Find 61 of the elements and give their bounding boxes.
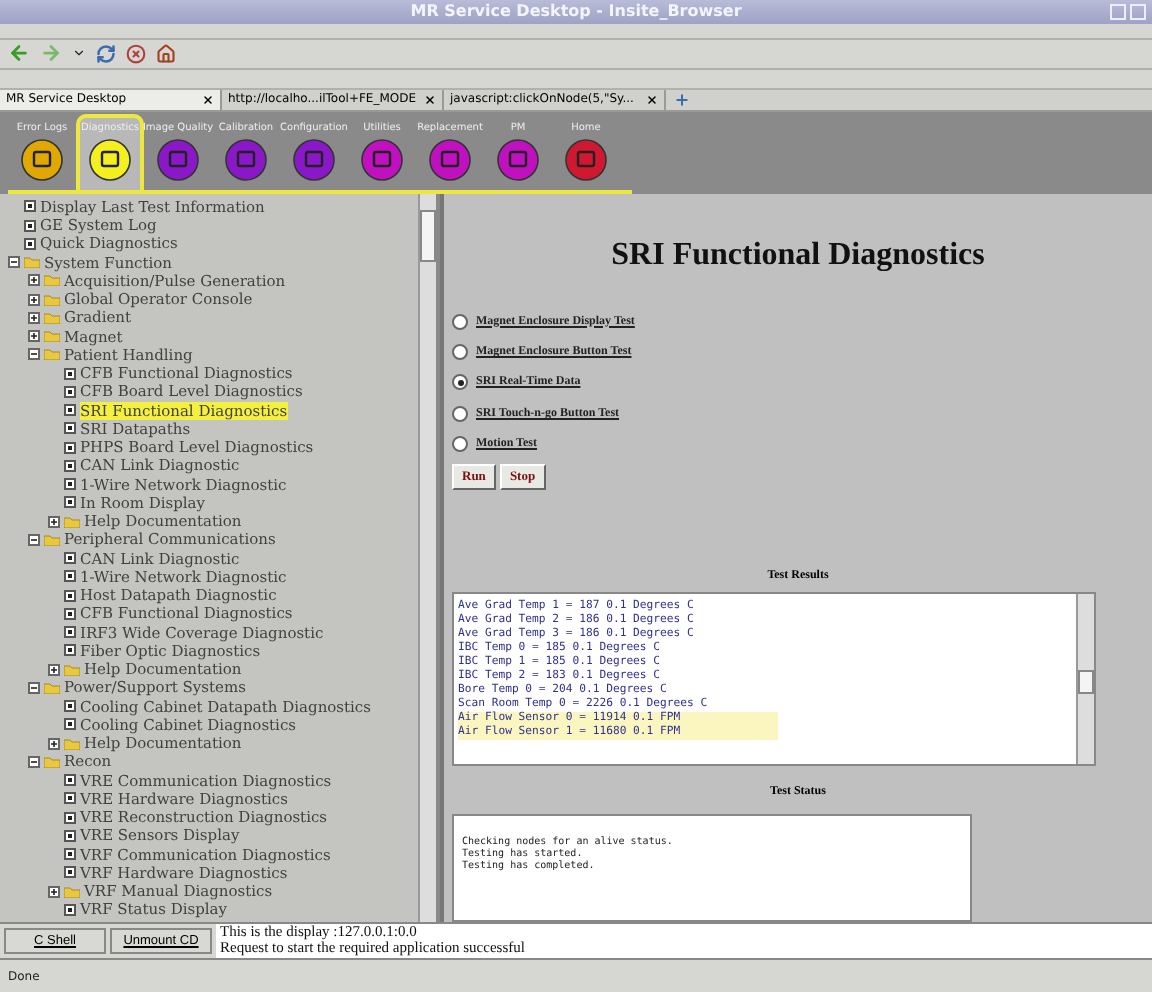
document-icon xyxy=(64,829,76,842)
document-icon xyxy=(64,903,76,916)
close-icon[interactable] xyxy=(646,93,658,106)
document-icon xyxy=(24,219,36,232)
ball-icon xyxy=(496,137,540,182)
folder-icon xyxy=(64,885,80,898)
ball-icon xyxy=(224,137,268,182)
ball-icon xyxy=(292,137,336,182)
scrollbar[interactable] xyxy=(418,193,436,922)
document-icon xyxy=(64,866,76,879)
document-icon xyxy=(64,496,76,509)
document-icon xyxy=(64,774,76,787)
document-icon xyxy=(64,478,76,491)
document-icon xyxy=(64,811,76,824)
minus-icon[interactable] xyxy=(8,256,20,269)
ball-icon xyxy=(88,137,132,182)
reload-icon[interactable] xyxy=(96,43,116,64)
plus-icon[interactable] xyxy=(28,311,40,324)
stop-icon[interactable] xyxy=(126,43,146,64)
document-icon xyxy=(64,367,76,380)
home-icon[interactable] xyxy=(156,43,176,64)
new-tab-icon[interactable] xyxy=(674,91,690,108)
document-icon xyxy=(24,200,36,213)
document-icon xyxy=(64,441,76,454)
ball-icon xyxy=(564,137,608,182)
plus-icon[interactable] xyxy=(28,293,40,306)
document-icon xyxy=(64,404,76,417)
window-title: MR Service Desktop - Insite_Browser xyxy=(410,2,742,21)
document-icon xyxy=(64,385,76,398)
plus-icon[interactable] xyxy=(48,885,60,898)
document-icon xyxy=(24,237,36,250)
minus-icon[interactable] xyxy=(28,681,40,694)
document-icon xyxy=(64,700,76,713)
page-title: SRI Functional Diagnostics xyxy=(609,237,987,274)
document-icon xyxy=(64,607,76,620)
document-icon xyxy=(64,589,76,602)
document-icon xyxy=(64,570,76,583)
document-icon xyxy=(64,422,76,435)
document-icon xyxy=(64,644,76,657)
ball-icon xyxy=(428,137,472,182)
minus-icon[interactable] xyxy=(28,348,40,361)
document-icon xyxy=(64,552,76,565)
caret-icon[interactable] xyxy=(72,46,86,61)
minus-icon[interactable] xyxy=(28,755,40,768)
plus-icon[interactable] xyxy=(28,274,40,287)
plus-icon[interactable] xyxy=(28,330,40,343)
plus-icon[interactable] xyxy=(48,515,60,528)
plus-icon[interactable] xyxy=(48,737,60,750)
document-icon xyxy=(64,848,76,861)
scrollbar[interactable] xyxy=(1076,594,1094,765)
document-icon xyxy=(64,626,76,639)
ball-icon xyxy=(156,137,200,182)
document-icon xyxy=(64,718,76,731)
document-icon xyxy=(64,792,76,805)
close-icon[interactable] xyxy=(202,93,214,106)
plus-icon[interactable] xyxy=(48,663,60,676)
document-icon xyxy=(64,459,76,472)
ball-icon xyxy=(360,137,404,182)
close-icon[interactable] xyxy=(424,93,436,106)
minus-icon[interactable] xyxy=(28,533,40,546)
ball-icon xyxy=(20,137,64,182)
